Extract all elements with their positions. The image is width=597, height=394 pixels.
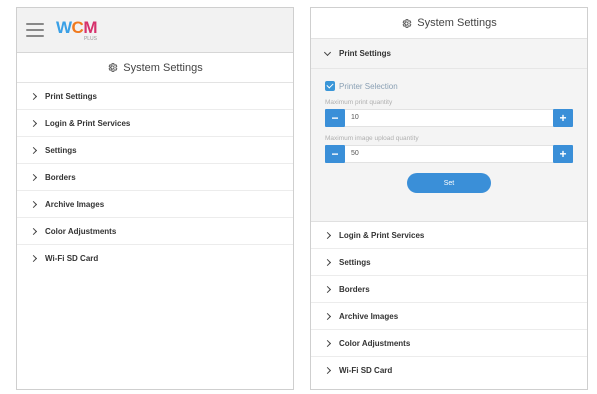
max-upload-quantity-stepper: − 50 + <box>325 145 573 163</box>
chevron-right-icon <box>29 227 38 235</box>
menu-item-label: Print Settings <box>45 91 98 101</box>
increment-button[interactable]: + <box>553 145 573 163</box>
menu-item-label: Login & Print Services <box>339 230 425 240</box>
chevron-right-icon <box>29 92 38 100</box>
chevron-right-icon <box>323 366 332 375</box>
menu-item-label: Archive Images <box>45 199 105 209</box>
print-settings-panel: Printer Selection Maximum print quantity… <box>311 69 587 222</box>
chevron-right-icon <box>29 146 38 154</box>
chevron-right-icon <box>323 231 332 239</box>
logo-subtitle: PLUS <box>83 35 97 42</box>
menu-item-archive-images[interactable]: Archive Images <box>17 191 293 218</box>
menu-item-wifi-sd-card[interactable]: Wi-Fi SD Card <box>311 357 587 384</box>
menu-item-label: Settings <box>45 145 77 155</box>
page-title: System Settings <box>417 17 497 29</box>
menu-item-borders[interactable]: Borders <box>311 276 587 303</box>
left-screen: WCM PLUS System Settings Print Settings … <box>16 7 294 390</box>
app-logo: WCM PLUS <box>56 19 97 42</box>
hamburger-menu-icon[interactable] <box>26 23 44 37</box>
logo-letter-w: W <box>56 17 72 37</box>
set-button[interactable]: Set <box>407 173 491 193</box>
chevron-right-icon <box>29 254 38 263</box>
menu-item-label: Wi-Fi SD Card <box>339 366 393 375</box>
menu-item-wifi-sd-card[interactable]: Wi-Fi SD Card <box>17 245 293 272</box>
menu-item-color-adjustments[interactable]: Color Adjustments <box>17 218 293 245</box>
menu-item-label: Color Adjustments <box>45 226 117 236</box>
chevron-down-icon <box>323 48 332 56</box>
chevron-right-icon <box>323 258 332 266</box>
plus-icon: + <box>559 111 567 125</box>
right-screen: System Settings Print Settings Printer S… <box>310 7 588 390</box>
printer-selection-label: Printer Selection <box>339 81 398 91</box>
page-title: System Settings <box>123 61 203 74</box>
max-print-quantity-input[interactable]: 10 <box>345 109 553 127</box>
printer-selection-row: Printer Selection <box>325 81 573 91</box>
menu-item-borders[interactable]: Borders <box>17 164 293 191</box>
chevron-right-icon <box>29 200 38 208</box>
decrement-button[interactable]: − <box>325 145 345 163</box>
menu-item-color-adjustments[interactable]: Color Adjustments <box>311 330 587 357</box>
max-upload-quantity-input[interactable]: 50 <box>345 145 553 163</box>
page-title-row: System Settings <box>311 8 587 39</box>
minus-icon: − <box>331 111 339 125</box>
gear-icon <box>108 63 118 72</box>
chevron-right-icon <box>29 119 38 127</box>
menu-item-settings[interactable]: Settings <box>17 137 293 164</box>
chevron-right-icon <box>323 285 332 293</box>
increment-button[interactable]: + <box>553 109 573 127</box>
menu-item-label: Borders <box>339 284 370 294</box>
decrement-button[interactable]: − <box>325 109 345 127</box>
menu-item-archive-images[interactable]: Archive Images <box>311 303 587 330</box>
menu-item-label: Settings <box>339 257 371 267</box>
section-header-print-settings[interactable]: Print Settings <box>311 39 587 69</box>
menu-item-login-print-services[interactable]: Login & Print Services <box>311 222 587 249</box>
plus-icon: + <box>559 147 567 161</box>
menu-item-label: Archive Images <box>339 311 399 321</box>
page-title-row: System Settings <box>17 53 293 83</box>
chevron-right-icon <box>323 312 332 320</box>
max-print-quantity-label: Maximum print quantity <box>325 99 393 106</box>
menu-item-login-print-services[interactable]: Login & Print Services <box>17 110 293 137</box>
max-print-quantity-stepper: − 10 + <box>325 109 573 127</box>
menu-item-label: Login & Print Services <box>45 118 131 128</box>
printer-selection-checkbox[interactable] <box>325 81 335 91</box>
logo-letter-c: C <box>71 17 84 37</box>
menu-item-label: Wi-Fi SD Card <box>45 254 99 263</box>
section-header-label: Print Settings <box>339 49 392 58</box>
max-upload-quantity-label: Maximum image upload quantity <box>325 135 419 142</box>
chevron-right-icon <box>323 339 332 347</box>
app-header: WCM PLUS <box>17 8 293 53</box>
chevron-right-icon <box>29 173 38 181</box>
menu-item-print-settings[interactable]: Print Settings <box>17 83 293 110</box>
menu-item-label: Color Adjustments <box>339 338 411 348</box>
gear-icon <box>402 18 412 28</box>
menu-item-label: Borders <box>45 172 76 182</box>
logo-letter-m: M <box>83 17 97 37</box>
minus-icon: − <box>331 147 339 161</box>
menu-item-settings[interactable]: Settings <box>311 249 587 276</box>
